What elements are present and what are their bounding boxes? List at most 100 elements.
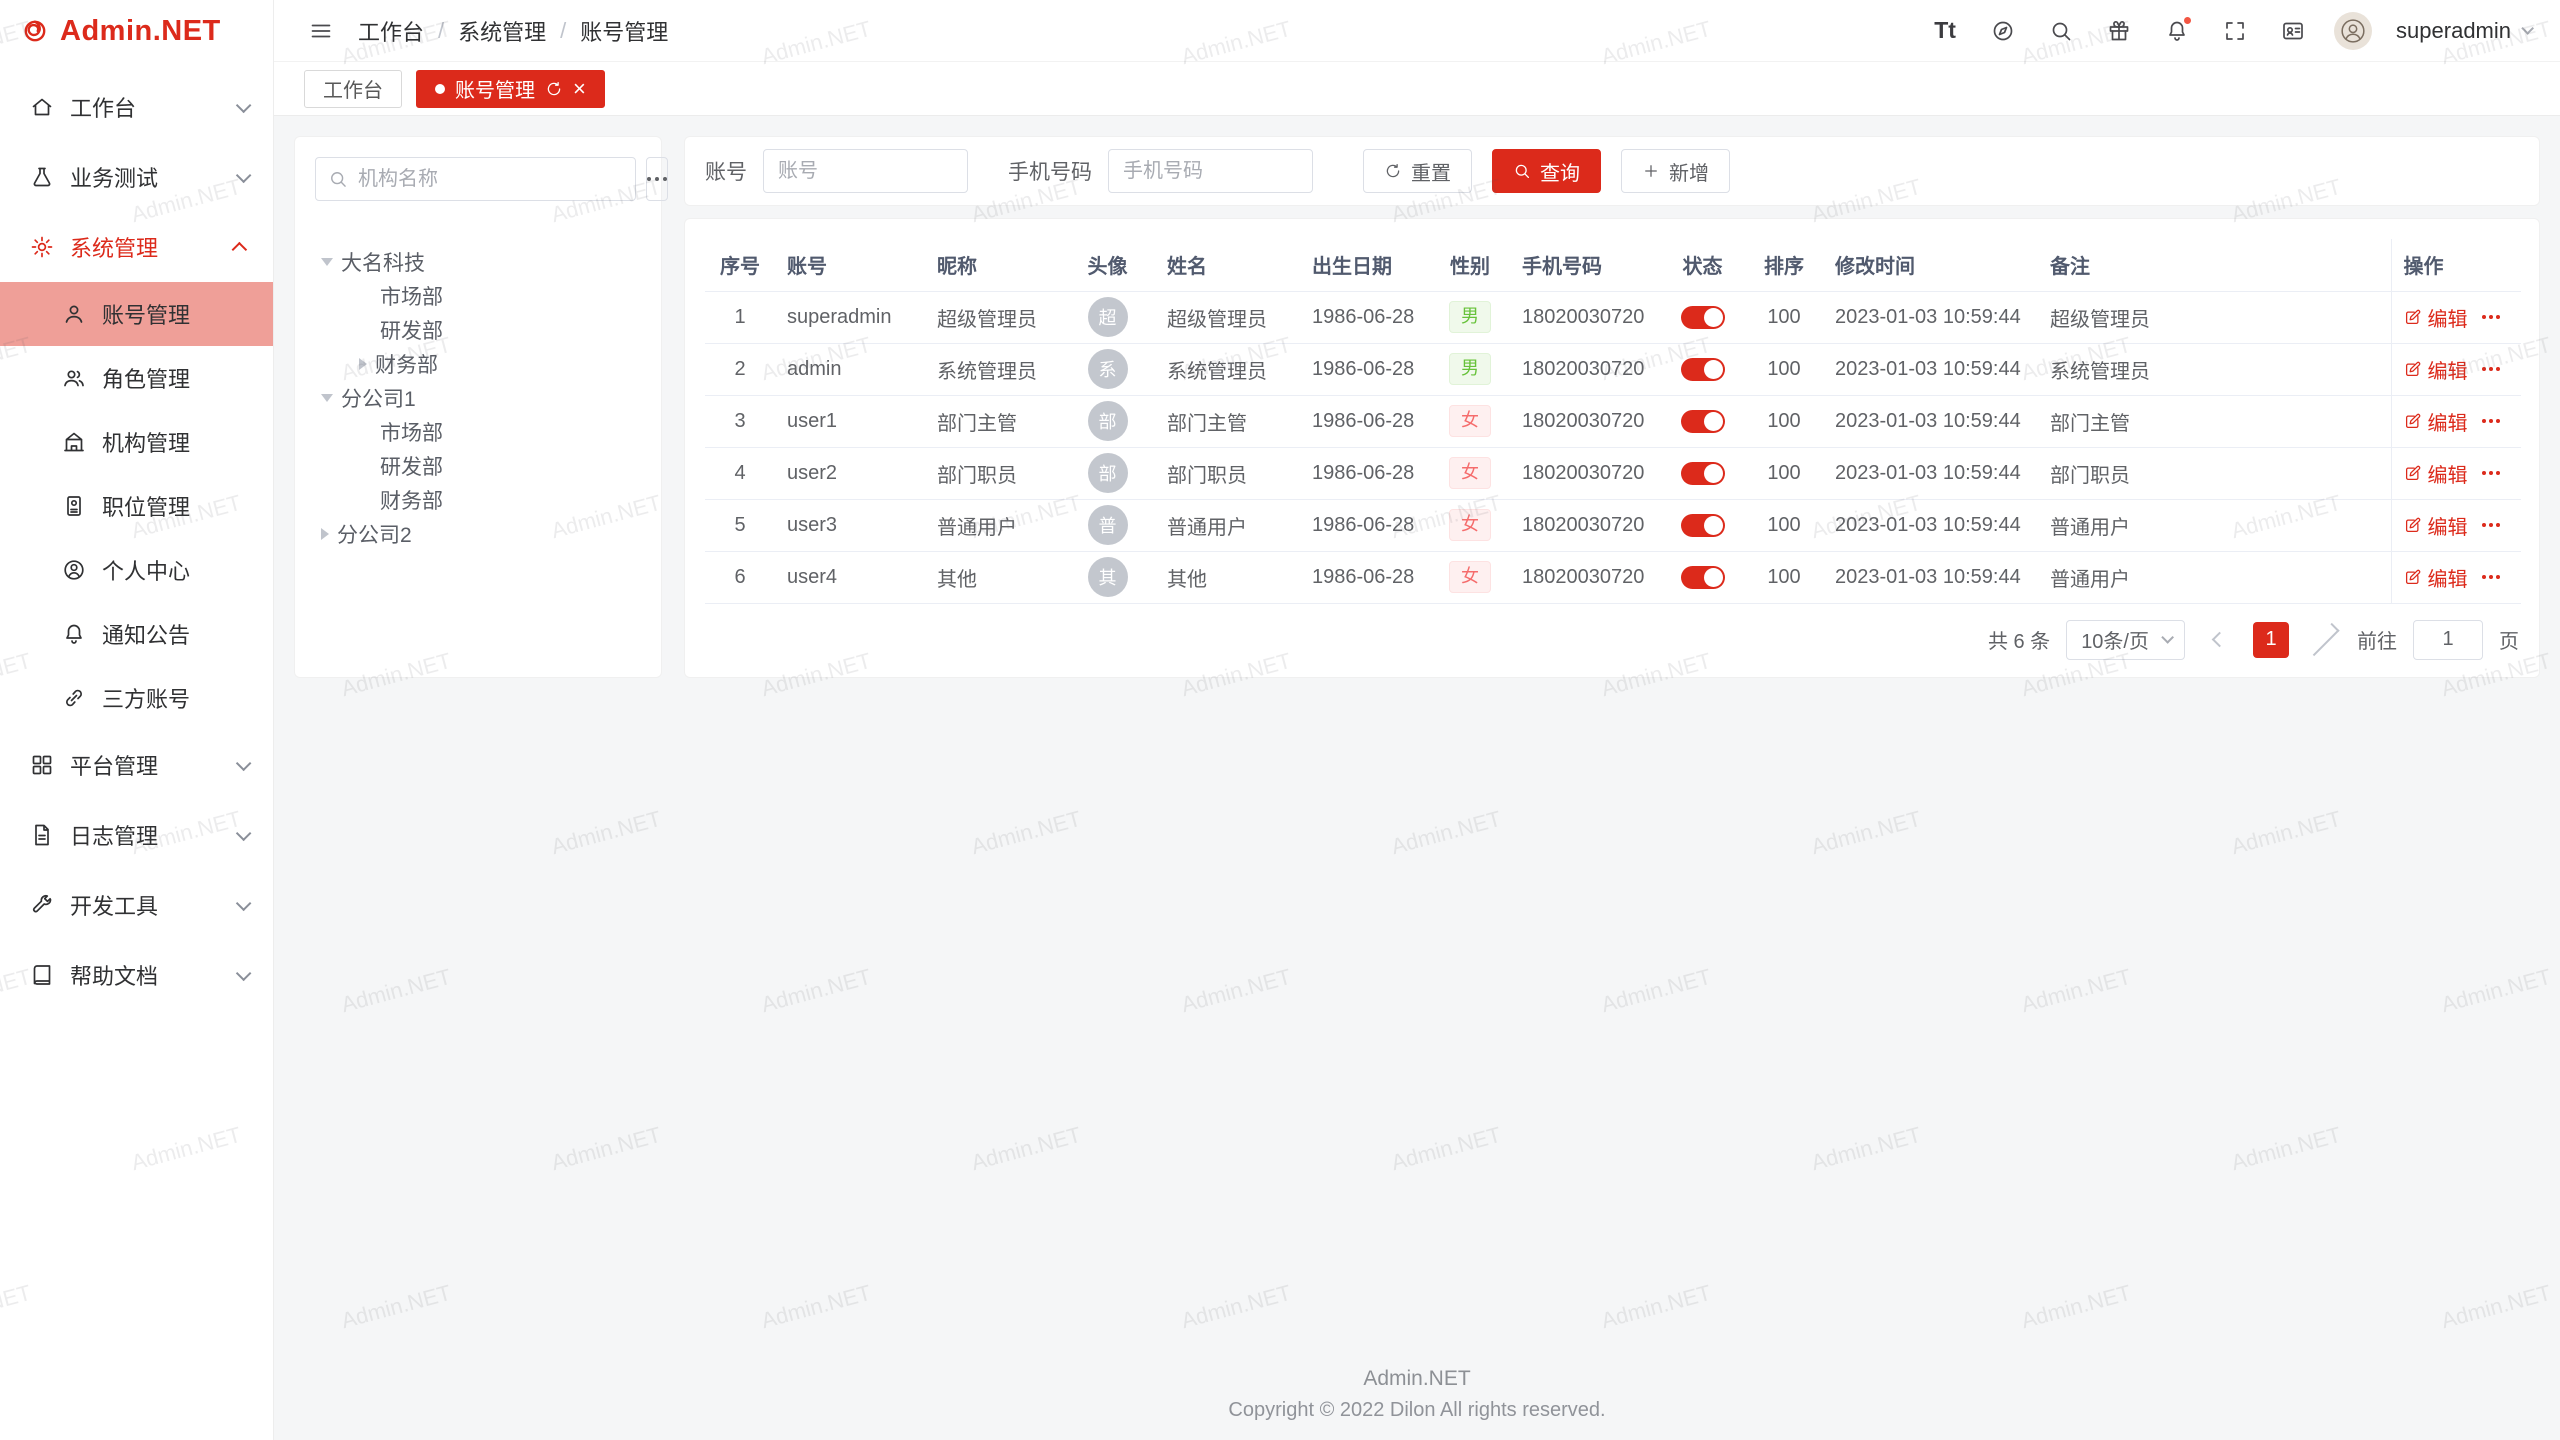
tree-node-shichangbu[interactable]: 市场部 bbox=[315, 279, 641, 313]
edit-button[interactable]: 编辑 bbox=[2404, 511, 2468, 540]
fullscreen-icon[interactable] bbox=[2218, 14, 2252, 48]
page-size-select[interactable]: 10条/页 bbox=[2066, 620, 2185, 660]
sidebar-item-position-management[interactable]: 职位管理 bbox=[0, 474, 273, 538]
more-actions-icon[interactable] bbox=[2482, 315, 2500, 319]
cell-name: 系统管理员 bbox=[1155, 343, 1300, 395]
sidebar-item-notice[interactable]: 通知公告 bbox=[0, 602, 273, 666]
hamburger-menu-icon[interactable] bbox=[304, 14, 338, 48]
tree-node-caiwubu[interactable]: 财务部 bbox=[315, 347, 641, 381]
search-icon[interactable] bbox=[2044, 14, 2078, 48]
prev-page-button[interactable] bbox=[2201, 622, 2237, 658]
sidebar-item-label: 通知公告 bbox=[102, 618, 190, 650]
tree-node-caiwubu2[interactable]: 财务部 bbox=[315, 483, 641, 517]
sidebar-item-label: 业务测试 bbox=[70, 161, 158, 193]
gift-icon[interactable] bbox=[2102, 14, 2136, 48]
edit-button[interactable]: 编辑 bbox=[2404, 355, 2468, 384]
search-button[interactable]: 查询 bbox=[1492, 149, 1601, 193]
page-size-value: 10条/页 bbox=[2081, 625, 2149, 654]
sidebar-item-workbench[interactable]: 工作台 bbox=[0, 72, 273, 142]
more-actions-icon[interactable] bbox=[2482, 523, 2500, 527]
breadcrumb-item-system-management[interactable]: 系统管理 bbox=[458, 15, 546, 47]
tree-node-shichangbu2[interactable]: 市场部 bbox=[315, 415, 641, 449]
cell-birth: 1986-06-28 bbox=[1300, 551, 1430, 603]
app-logo[interactable]: Admin.NET bbox=[0, 0, 273, 62]
tree-node-damingkeji[interactable]: 大名科技 bbox=[315, 245, 641, 279]
status-toggle[interactable] bbox=[1681, 514, 1725, 537]
table-row: 5 user3 普通用户 普 普通用户 1986-06-28 女 1802003… bbox=[705, 499, 2521, 551]
org-search-input[interactable] bbox=[358, 168, 623, 191]
status-toggle[interactable] bbox=[1681, 410, 1725, 433]
plus-icon bbox=[1642, 162, 1660, 180]
refresh-tab-icon[interactable] bbox=[545, 80, 563, 98]
user-menu[interactable]: superadmin bbox=[2396, 18, 2530, 44]
tree-node-fengongsi1[interactable]: 分公司1 bbox=[315, 381, 641, 415]
status-toggle[interactable] bbox=[1681, 462, 1725, 485]
more-icon bbox=[647, 177, 651, 181]
font-size-icon[interactable]: Tt bbox=[1928, 14, 1962, 48]
sidebar-item-log-management[interactable]: 日志管理 bbox=[0, 800, 273, 870]
edit-label: 编辑 bbox=[2428, 407, 2468, 436]
more-actions-icon[interactable] bbox=[2482, 575, 2500, 579]
status-toggle[interactable] bbox=[1681, 358, 1725, 381]
more-icon bbox=[655, 177, 659, 181]
tree-node-yanfabu[interactable]: 研发部 bbox=[315, 313, 641, 347]
bell-icon[interactable] bbox=[2160, 14, 2194, 48]
edit-button[interactable]: 编辑 bbox=[2404, 459, 2468, 488]
reset-button[interactable]: 重置 bbox=[1363, 149, 1472, 193]
cell-order: 100 bbox=[1745, 499, 1823, 551]
org-search-field[interactable] bbox=[315, 157, 636, 201]
sidebar-item-third-party-account[interactable]: 三方账号 bbox=[0, 666, 273, 730]
col-phone: 手机号码 bbox=[1510, 239, 1660, 291]
tab-workbench[interactable]: 工作台 bbox=[304, 70, 402, 108]
sidebar-item-platform-management[interactable]: 平台管理 bbox=[0, 730, 273, 800]
caret-collapsed-icon[interactable] bbox=[359, 358, 367, 370]
add-button[interactable]: 新增 bbox=[1621, 149, 1730, 193]
edit-button[interactable]: 编辑 bbox=[2404, 563, 2468, 592]
more-icon bbox=[663, 177, 667, 181]
caret-expanded-icon[interactable] bbox=[321, 258, 333, 266]
sidebar-item-help-docs[interactable]: 帮助文档 bbox=[0, 940, 273, 1010]
user-avatar[interactable] bbox=[2334, 12, 2372, 50]
caret-collapsed-icon[interactable] bbox=[321, 528, 329, 540]
status-toggle[interactable] bbox=[1681, 566, 1725, 589]
toggle-knob bbox=[1704, 516, 1723, 535]
phone-input[interactable] bbox=[1108, 149, 1313, 193]
discover-icon[interactable] bbox=[1986, 14, 2020, 48]
goto-page-input[interactable] bbox=[2413, 620, 2483, 660]
sidebar-item-label: 平台管理 bbox=[70, 749, 158, 781]
total-count: 共 6 条 bbox=[1988, 625, 2050, 654]
edit-button[interactable]: 编辑 bbox=[2404, 407, 2468, 436]
tab-account-management[interactable]: 账号管理 × bbox=[416, 70, 605, 108]
more-actions-icon[interactable] bbox=[2482, 471, 2500, 475]
edit-button[interactable]: 编辑 bbox=[2404, 303, 2468, 332]
cell-phone: 18020030720 bbox=[1510, 395, 1660, 447]
tree-node-yanfabu2[interactable]: 研发部 bbox=[315, 449, 641, 483]
sidebar-item-dev-tools[interactable]: 开发工具 bbox=[0, 870, 273, 940]
table-row: 2 admin 系统管理员 系 系统管理员 1986-06-28 男 18020… bbox=[705, 343, 2521, 395]
sidebar-item-org-management[interactable]: 机构管理 bbox=[0, 410, 273, 474]
tree-more-button[interactable] bbox=[646, 157, 668, 201]
more-actions-icon[interactable] bbox=[2482, 419, 2500, 423]
page-number-button[interactable]: 1 bbox=[2253, 622, 2289, 658]
edit-icon bbox=[2404, 568, 2422, 586]
cell-name: 其他 bbox=[1155, 551, 1300, 603]
close-tab-icon[interactable]: × bbox=[573, 78, 586, 100]
sidebar-item-business-test[interactable]: 业务测试 bbox=[0, 142, 273, 212]
sidebar-item-system-management[interactable]: 系统管理 bbox=[0, 212, 273, 282]
tree-node-fengongsi2[interactable]: 分公司2 bbox=[315, 517, 641, 551]
edit-icon bbox=[2404, 464, 2422, 482]
sidebar-item-role-management[interactable]: 角色管理 bbox=[0, 346, 273, 410]
sidebar-item-personal-center[interactable]: 个人中心 bbox=[0, 538, 273, 602]
top-header: 工作台 / 系统管理 / 账号管理 Tt superadmin bbox=[274, 0, 2560, 62]
link-icon bbox=[62, 686, 86, 710]
account-input[interactable] bbox=[763, 149, 968, 193]
id-card-icon[interactable] bbox=[2276, 14, 2310, 48]
chevron-up-icon bbox=[232, 241, 248, 257]
chevron-down-icon bbox=[2521, 22, 2534, 35]
status-toggle[interactable] bbox=[1681, 306, 1725, 329]
caret-expanded-icon[interactable] bbox=[321, 394, 333, 402]
more-actions-icon[interactable] bbox=[2482, 367, 2500, 371]
sidebar-item-account-management[interactable]: 账号管理 bbox=[0, 282, 273, 346]
next-page-button[interactable] bbox=[2305, 622, 2341, 658]
breadcrumb-item-workbench[interactable]: 工作台 bbox=[358, 15, 424, 47]
